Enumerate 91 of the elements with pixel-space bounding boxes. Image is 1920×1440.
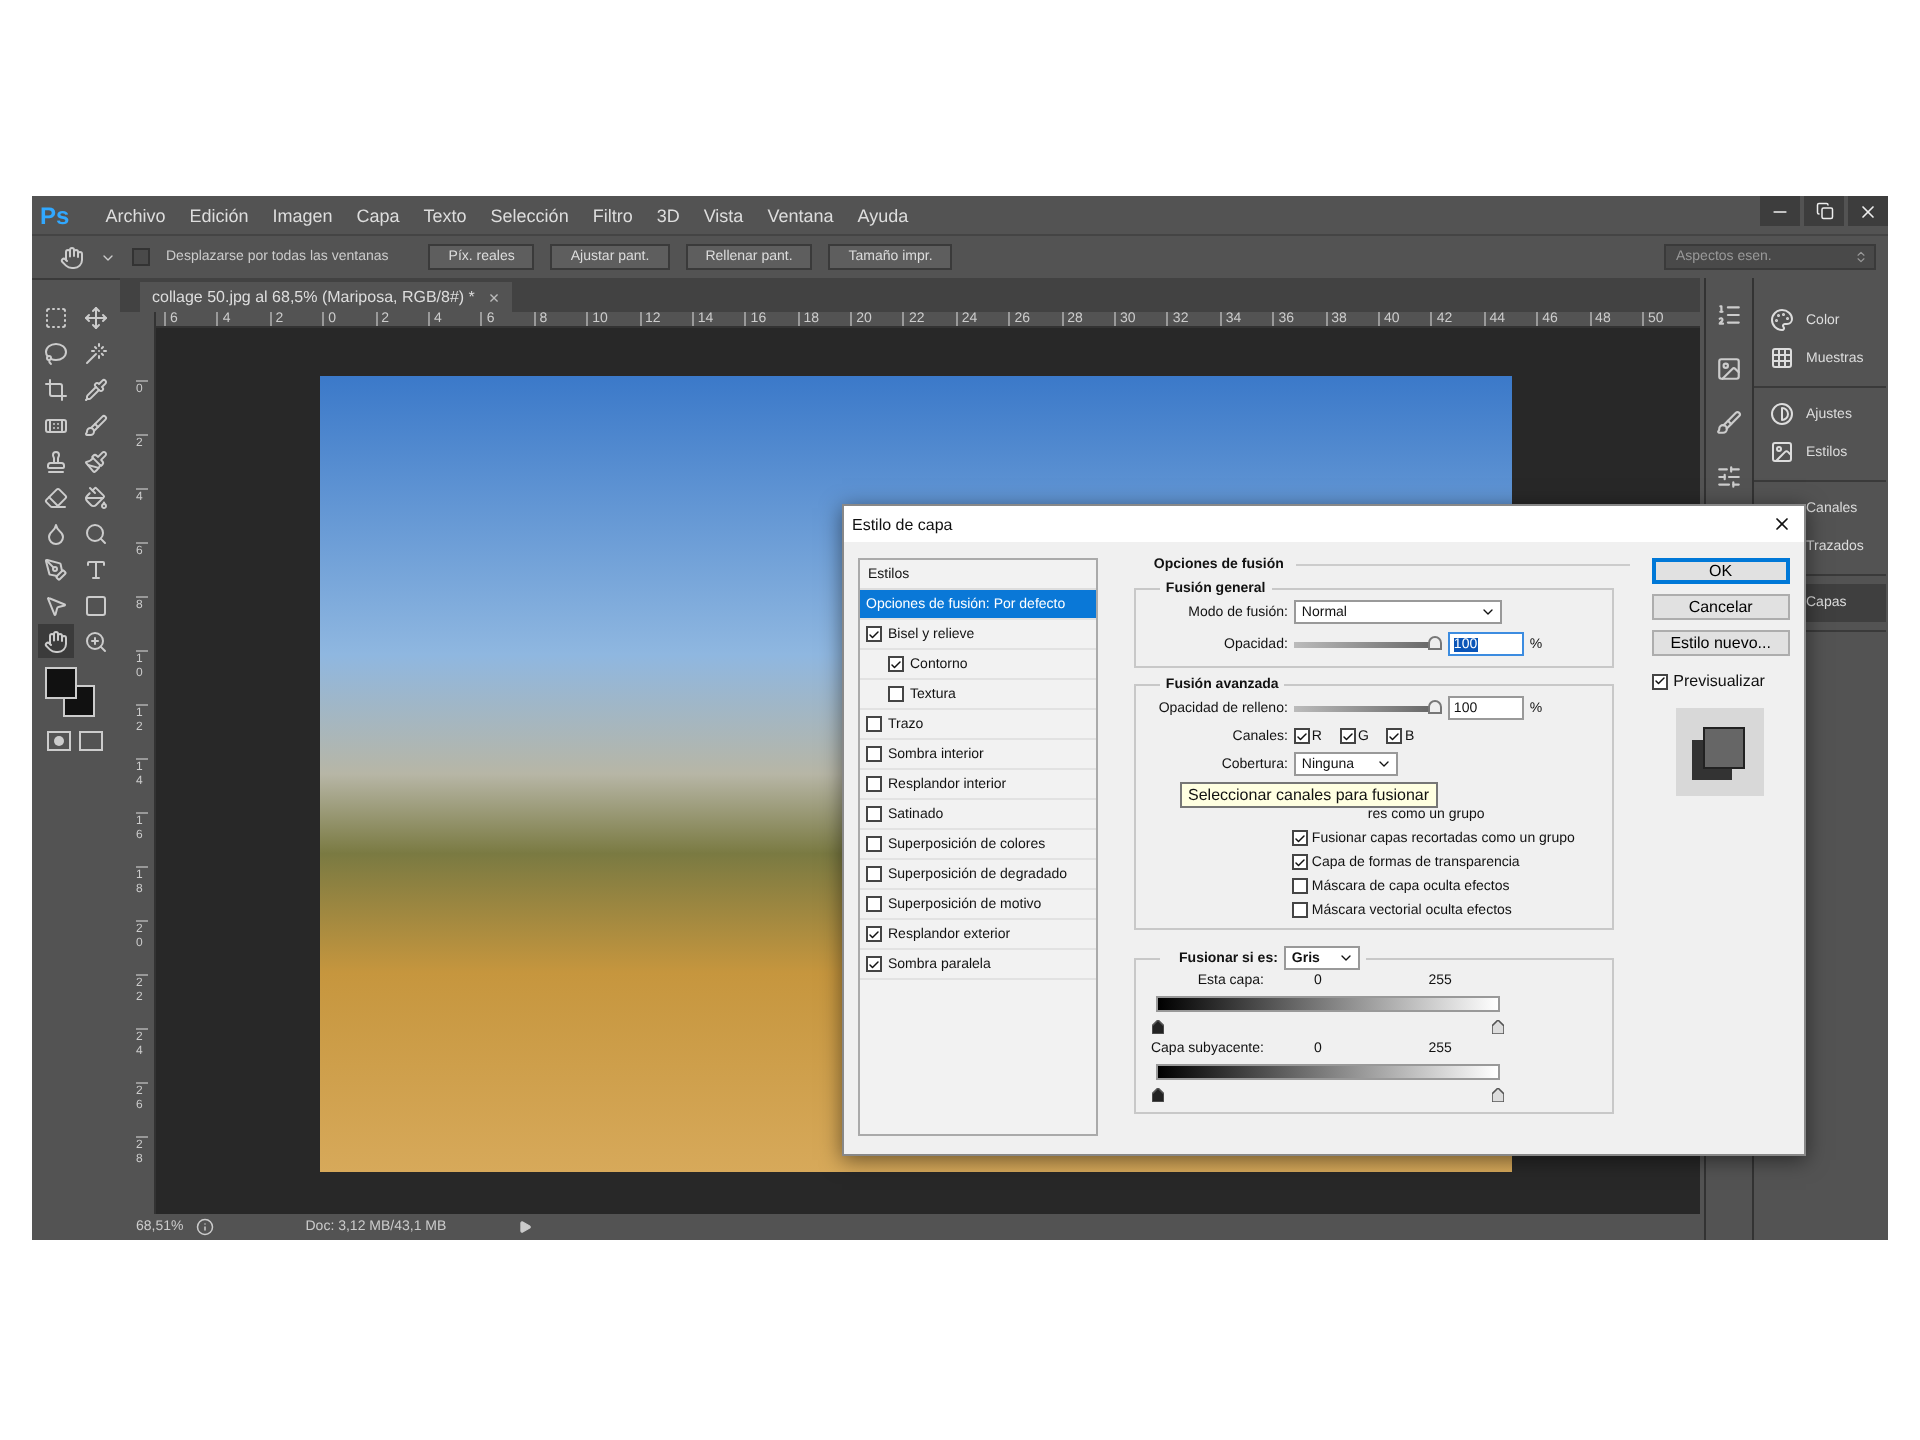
checkbox[interactable]	[1293, 728, 1310, 744]
paint-bucket-icon	[84, 485, 108, 509]
move-icon	[84, 305, 108, 329]
picture-icon	[1770, 440, 1794, 464]
app-logo: Ps	[40, 201, 70, 229]
slider-thumb[interactable]	[1427, 699, 1442, 713]
slider-handle-icon[interactable]	[1151, 1020, 1164, 1034]
brush-icon[interactable]	[1716, 410, 1742, 436]
bandage-icon	[44, 413, 68, 437]
menu-item[interactable]: Selección	[490, 205, 569, 225]
grid-icon	[1770, 346, 1794, 370]
list-icon[interactable]	[1716, 302, 1742, 328]
hand-icon	[44, 629, 68, 653]
info-icon[interactable]	[195, 1218, 214, 1236]
sliders-icon[interactable]	[1716, 464, 1742, 490]
checkbox[interactable]	[1291, 854, 1308, 870]
menu-item[interactable]: Vista	[703, 205, 744, 225]
slider-thumb[interactable]	[1427, 635, 1442, 649]
menu-item[interactable]: Capa	[356, 205, 400, 225]
dialog-title: Estilo de capa	[852, 515, 953, 533]
palette-icon	[1770, 308, 1794, 332]
marquee-icon	[44, 305, 68, 329]
checkbox[interactable]	[866, 836, 882, 852]
checkbox-label: Previsualizar	[1673, 672, 1765, 690]
menu-item[interactable]: 3D	[656, 205, 680, 225]
caret-icon	[1337, 950, 1354, 966]
half-circle-icon	[1770, 402, 1794, 426]
menu-item[interactable]: Texto	[423, 205, 467, 225]
tool-button[interactable]	[38, 624, 74, 658]
checkbox[interactable]	[888, 686, 904, 702]
caret-icon	[1375, 756, 1392, 772]
magnifier-icon	[84, 521, 108, 545]
close-icon	[1858, 201, 1878, 221]
slider-handle-icon[interactable]	[1151, 1088, 1164, 1102]
checkbox[interactable]	[1291, 878, 1308, 894]
document-title: collage 50.jpg al 68,5% (Mariposa, RGB/8#) *	[152, 288, 475, 306]
zoom-icon	[84, 629, 108, 653]
hand-icon[interactable]	[60, 245, 84, 269]
checkbox[interactable]	[866, 626, 882, 642]
checkbox[interactable]	[866, 896, 882, 912]
checkbox[interactable]	[132, 248, 150, 266]
paintbrush-icon	[84, 449, 108, 473]
brush-icon	[84, 413, 108, 437]
tab-close[interactable]: ×	[488, 287, 500, 307]
checkbox[interactable]	[866, 866, 882, 882]
type-icon	[84, 557, 108, 581]
checkbox[interactable]	[1291, 830, 1308, 846]
checkbox[interactable]	[866, 806, 882, 822]
menu-item[interactable]: Imagen	[272, 205, 333, 225]
droplet-icon	[44, 521, 68, 545]
eyedropper-icon	[84, 377, 108, 401]
checkbox[interactable]	[1291, 902, 1308, 918]
checkbox[interactable]	[866, 926, 882, 942]
checkbox[interactable]	[866, 956, 882, 972]
menu-item[interactable]: Edición	[189, 205, 249, 225]
lasso-icon	[44, 341, 68, 365]
checkbox[interactable]	[1339, 728, 1356, 744]
restore-icon	[1815, 202, 1833, 220]
menu-item[interactable]: Archivo	[105, 205, 166, 225]
quick-mask-icon[interactable]	[46, 730, 106, 754]
pen-icon	[44, 557, 68, 581]
checkbox[interactable]	[1651, 673, 1668, 689]
dialog-button[interactable]: Cancelar	[1651, 594, 1790, 620]
dialog-button[interactable]: OK	[1651, 558, 1790, 584]
checkbox[interactable]	[1386, 728, 1403, 744]
checkbox[interactable]	[888, 656, 904, 672]
rectangle-icon	[84, 593, 108, 617]
stamp-icon	[44, 449, 68, 473]
close-icon[interactable]	[1772, 514, 1792, 534]
pointer-icon	[44, 593, 68, 617]
crop-icon	[44, 377, 68, 401]
square-preview-icon	[1691, 724, 1748, 780]
close-button[interactable]	[1848, 196, 1888, 226]
checkbox[interactable]	[866, 716, 882, 732]
play-icon[interactable]	[517, 1220, 532, 1234]
menu-item[interactable]: Ayuda	[857, 205, 909, 225]
restore-button[interactable]	[1804, 196, 1844, 226]
checkbox[interactable]	[866, 746, 882, 762]
eraser-icon	[44, 485, 68, 509]
updown-caret-icon	[1854, 250, 1868, 264]
wand-icon	[84, 341, 108, 365]
menu-item[interactable]: Filtro	[592, 205, 633, 225]
caret-icon	[1479, 604, 1496, 620]
picture-icon[interactable]	[1716, 356, 1742, 382]
menu-item[interactable]: Ventana	[767, 205, 834, 225]
document-tab[interactable]: collage 50.jpg al 68,5% (Mariposa, RGB/8#) * ×	[140, 282, 512, 312]
slider-handle-icon[interactable]	[1491, 1088, 1504, 1102]
slider-handle-icon[interactable]	[1491, 1020, 1504, 1034]
tooltip: Seleccionar canales para fusionar	[1180, 782, 1438, 808]
dialog-button[interactable]: Estilo nuevo...	[1651, 630, 1790, 656]
checkbox[interactable]	[866, 776, 882, 792]
